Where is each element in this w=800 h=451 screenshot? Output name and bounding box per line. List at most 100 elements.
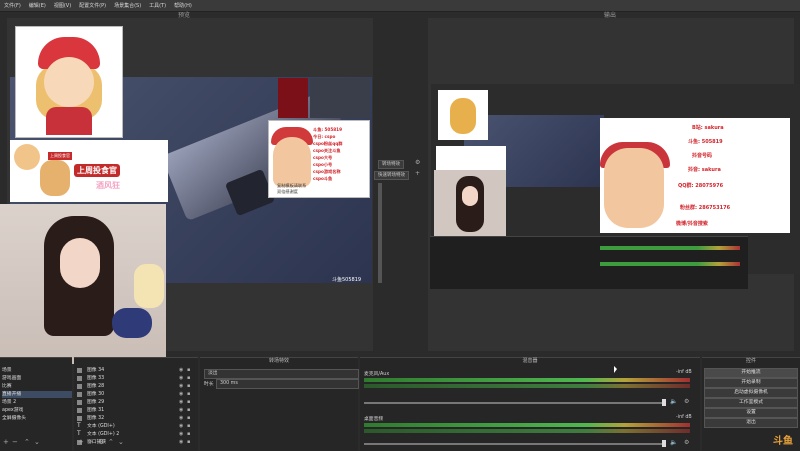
source-item[interactable]: 图像 29 ◉ ▪ — [77, 399, 192, 406]
banner-chibi-1 — [14, 144, 40, 170]
gear-icon[interactable]: ⚙ — [415, 159, 420, 166]
transition-type-select[interactable]: 淡出 — [204, 369, 359, 379]
lock-icon[interactable]: ▪ — [187, 375, 190, 382]
duration-value: 300 ms — [220, 381, 238, 386]
lock-icon[interactable]: ▪ — [187, 383, 190, 390]
info-line: cspo关注斗鱼 — [313, 148, 341, 153]
duration-input[interactable]: 300 ms — [216, 379, 359, 389]
program-info-line: 粉丝群: 286753176 — [680, 205, 731, 211]
eye-icon[interactable]: ◉ — [179, 423, 183, 430]
scene-item[interactable]: 比赛 — [2, 383, 72, 390]
eye-icon[interactable]: ◉ — [179, 367, 183, 374]
banner-chibi-2 — [40, 160, 70, 196]
image-icon — [77, 384, 82, 389]
image-icon — [77, 416, 82, 421]
avatar-face — [44, 57, 94, 107]
info-card: 斗鱼: 505819 今日: cspo cspo粉丝qq群 cspo关注斗鱼 c… — [268, 120, 370, 198]
menu-edit[interactable]: 编辑(E) — [25, 2, 50, 9]
info-line: cspo游戏名称 — [313, 169, 341, 174]
studio-mode-button[interactable]: 工作室模式 — [704, 398, 798, 408]
menu-tools[interactable]: 工具(T) — [145, 2, 170, 9]
add-scene-icon[interactable]: + — [3, 438, 9, 446]
eye-icon[interactable]: ◉ — [179, 415, 183, 422]
program-chibi-character — [604, 148, 664, 228]
lock-icon[interactable]: ▪ — [187, 415, 190, 422]
menu-view[interactable]: 视图(V) — [50, 2, 75, 9]
move-down-icon[interactable]: ⌄ — [34, 438, 40, 446]
lock-icon[interactable]: ▪ — [187, 407, 190, 414]
transitions-dock-title: 转场特效 — [268, 358, 289, 364]
source-label: 图像 32 — [87, 416, 105, 421]
move-up-icon[interactable]: ⌃ — [108, 438, 114, 446]
remove-scene-icon[interactable]: − — [12, 438, 18, 446]
start-virtual-camera-button[interactable]: 启动虚拟摄像机 — [704, 388, 798, 398]
start-recording-button[interactable]: 开始录制 — [704, 378, 798, 388]
quick-transition-button[interactable]: 快速转场特效 — [374, 171, 409, 180]
mixer-dock-title: 混音器 — [522, 358, 538, 364]
source-label: 图像 29 — [87, 400, 105, 405]
source-item[interactable]: 图像 28 ◉ ▪ — [77, 383, 192, 390]
eye-icon[interactable]: ◉ — [179, 431, 183, 438]
start-streaming-button[interactable]: 开始推流 — [704, 368, 798, 378]
menu-scene-collection[interactable]: 场景集合(S) — [110, 2, 145, 9]
eye-icon[interactable]: ◉ — [179, 375, 183, 382]
gear-icon[interactable]: ⚙ — [684, 439, 689, 446]
program-webcam — [434, 170, 506, 242]
volume-slider[interactable] — [364, 443, 664, 445]
source-item[interactable]: T 文本 (GDI+) ◉ ▪ — [77, 422, 192, 430]
eye-icon[interactable]: ◉ — [179, 407, 183, 414]
lock-icon[interactable]: ▪ — [187, 391, 190, 398]
source-item[interactable]: 窗口捕获 ◉ ▪ — [77, 439, 192, 446]
source-item[interactable]: 图像 34 ◉ ▪ — [77, 367, 192, 374]
source-item[interactable]: 图像 30 ◉ ▪ — [77, 391, 192, 398]
eye-icon[interactable]: ◉ — [179, 383, 183, 390]
image-icon — [77, 392, 82, 397]
source-item[interactable]: 图像 33 ◉ ▪ — [77, 375, 192, 382]
banner-subtitle: 酒风狂 — [96, 181, 120, 190]
gear-icon[interactable]: ⚙ — [684, 398, 689, 405]
scene-item[interactable]: 场景 — [2, 367, 72, 374]
source-item[interactable]: 图像 31 ◉ ▪ — [77, 407, 192, 414]
volume-slider-knob[interactable] — [662, 440, 666, 447]
transition-slider[interactable] — [378, 183, 382, 283]
lock-icon[interactable]: ▪ — [187, 399, 190, 406]
settings-button[interactable]: 设置 — [704, 408, 798, 418]
duration-label: 时长 — [204, 382, 214, 387]
menu-file[interactable]: 文件(F) — [0, 2, 25, 9]
volume-slider[interactable] — [364, 402, 664, 404]
exit-button[interactable]: 退出 — [704, 418, 798, 428]
lock-icon[interactable]: ▪ — [187, 431, 190, 438]
scene-item[interactable]: 游戏画面 — [2, 375, 72, 382]
move-up-icon[interactable]: ⌃ — [24, 438, 30, 446]
speaker-icon[interactable]: 🔈 — [670, 398, 677, 405]
scene-item[interactable]: apex游戏 — [2, 407, 72, 414]
lock-icon[interactable]: ▪ — [187, 367, 190, 374]
scene-item[interactable]: 全屏摄像头 — [2, 415, 72, 422]
source-settings-icon[interactable]: ⚙ — [98, 438, 104, 446]
add-source-icon[interactable]: + — [78, 438, 84, 446]
plus-icon[interactable]: + — [415, 170, 420, 177]
rifle-skin-card — [310, 78, 370, 118]
speaker-icon[interactable]: 🔈 — [670, 439, 677, 446]
scene-item[interactable]: 场景 2 — [2, 399, 72, 406]
image-icon — [77, 408, 82, 413]
remove-source-icon[interactable]: − — [88, 438, 94, 446]
eye-icon[interactable]: ◉ — [179, 399, 183, 406]
source-item[interactable]: T 文本 (GDI+) 2 ◉ ▪ — [77, 430, 192, 438]
move-down-icon[interactable]: ⌄ — [118, 438, 124, 446]
lock-icon[interactable]: ▪ — [187, 439, 190, 446]
mixer-channel-name: 麦克风/Aux — [364, 372, 390, 377]
menu-help[interactable]: 帮助(H) — [170, 2, 196, 9]
menu-profile[interactable]: 配置文件(P) — [75, 2, 110, 9]
banner-tag: 上周投食官 — [48, 152, 72, 160]
lock-icon[interactable]: ▪ — [187, 423, 190, 430]
transition-button[interactable]: 转场特效 — [378, 160, 404, 169]
eye-icon[interactable]: ◉ — [179, 391, 183, 398]
banner-title: 上周投食官 — [74, 164, 120, 177]
mixer-channel-db: -inf dB — [676, 415, 692, 420]
source-item[interactable]: 图像 32 ◉ ▪ — [77, 415, 192, 422]
scene-item-selected[interactable]: 直播开播 — [2, 391, 72, 398]
mixer-channel-db: -inf dB — [676, 370, 692, 375]
eye-icon[interactable]: ◉ — [179, 439, 183, 446]
volume-slider-knob[interactable] — [662, 399, 666, 406]
